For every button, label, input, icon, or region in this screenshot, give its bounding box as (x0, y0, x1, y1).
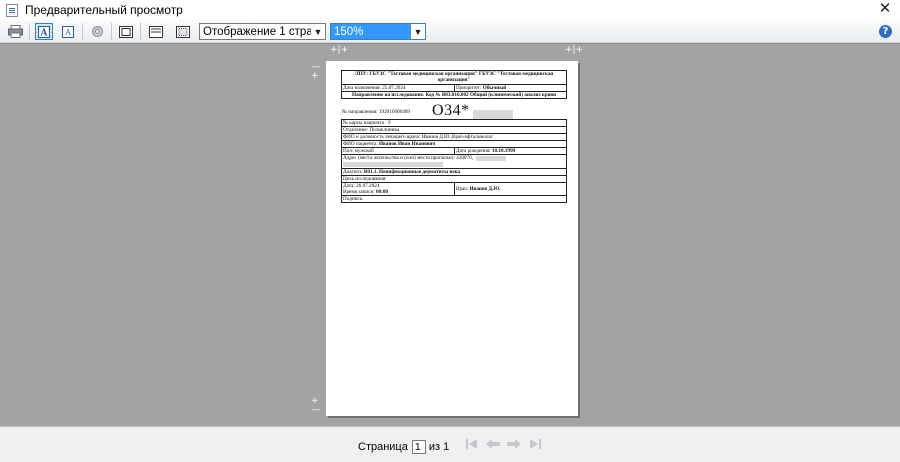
date-label: Дата назначения: 25.07.2024 (343, 85, 406, 92)
zoom-value: 150% (331, 24, 411, 39)
redacted-block (343, 162, 443, 168)
priority-cell: Приоритет: Обычный (454, 85, 565, 92)
birth-value: 10.10.1999 (491, 148, 516, 155)
visit-date-cell: Дата: 26.07.2024 Время записи: 08:00 (343, 183, 454, 195)
pages-mode-value: Отображение 1 страницы (203, 25, 311, 38)
margin-marker-bottom[interactable]: + — (311, 397, 320, 415)
chevron-down-icon: ▼ (313, 26, 323, 37)
text-view-button[interactable]: A (35, 23, 53, 40)
address-row: Адрес (места жительства и (или) места пр… (342, 154, 566, 168)
sex-birth-row: Пол: мужской Дата рождения: 10.10.1999 (342, 147, 566, 155)
arrow-right-icon (507, 439, 521, 449)
priority-value: Обычный (482, 85, 507, 92)
margin-marker-right[interactable]: +|+ (565, 46, 583, 55)
toolbar: A A Отображение 1 стра ▼ 150% ▼ ? (0, 20, 900, 43)
page-width-icon (149, 25, 163, 38)
visit-doctor-cell: Врач: Иванов Д.Ю. (454, 183, 565, 196)
doctor-value: Иванов Д.Ю. (469, 186, 501, 193)
title-bar: Предварительный просмотр ✕ (0, 0, 900, 20)
svg-text:A: A (64, 28, 71, 37)
settings-button[interactable] (88, 23, 106, 40)
birth-label: Дата рождения: (456, 148, 491, 155)
page-number-input[interactable]: 1 (411, 440, 426, 454)
text-view-alt-icon: A (62, 25, 74, 38)
first-page-button[interactable] (464, 436, 480, 452)
visit-time-label: Время записи: (343, 189, 375, 196)
print-button[interactable] (6, 23, 24, 40)
priority-label: Приоритет: (456, 85, 482, 92)
page-label: Страница (358, 441, 408, 453)
first-page-icon (466, 439, 477, 449)
whole-page-button[interactable] (174, 23, 192, 40)
birth-cell: Дата рождения: 10.10.1999 (454, 148, 565, 155)
direction-number-row: № направления: 192010000489 О34* (341, 101, 567, 120)
document-content: ЛПУ: ГБУЗС "Тестовая медицинская организ… (341, 70, 567, 204)
page-view-icon (119, 25, 133, 38)
sex-label: Пол: (343, 148, 354, 155)
preview-area[interactable]: +|+ +|+ — + + — ЛПУ: ГБУЗС "Тестовая медиц… (0, 43, 900, 427)
patient-value: Иванов Иван Иванович (378, 141, 436, 148)
purpose-row: Цель исследования: (342, 175, 566, 182)
svg-text:A: A (40, 28, 49, 38)
previous-page-button[interactable] (485, 436, 501, 452)
settings-icon (91, 26, 103, 37)
print-icon (7, 25, 23, 38)
page-navigator: Страница 1 из 1 (358, 440, 449, 454)
margin-marker-top[interactable]: — + (311, 63, 320, 81)
next-page-button[interactable] (506, 436, 522, 452)
doctor-label: Врач: (456, 186, 469, 193)
doctor-info-row: ФИО и должность лечащего врача: Иванов Д… (342, 133, 566, 140)
text-view-icon: A (38, 25, 50, 38)
help-button[interactable]: ? (879, 25, 892, 38)
page-count: из 1 (428, 441, 450, 453)
diagnosis-label: Диагноз: (343, 169, 363, 176)
address-text: Адрес (места жительства и (или) места пр… (343, 155, 473, 162)
direction-title: Направление на исследование. Код № В03.0… (342, 91, 566, 98)
toolbar-separator (111, 23, 112, 40)
zoom-select[interactable]: 150% ▼ (330, 23, 426, 40)
date-priority-row: Дата назначения: 25.07.2024 Приоритет: О… (342, 84, 566, 92)
signature-row: Подпись: (342, 195, 566, 202)
sex-cell: Пол: мужской (343, 148, 454, 154)
whole-page-icon (176, 25, 190, 38)
last-page-icon (530, 439, 541, 449)
department-row: Отделение: Поликлиника (342, 126, 566, 133)
sex-value: мужской (354, 148, 374, 155)
window-title: Предварительный просмотр (25, 3, 183, 17)
pages-mode-select[interactable]: Отображение 1 страницы ▼ (199, 23, 326, 40)
toolbar-separator (29, 23, 30, 40)
diagnosis-row: Диагноз: В01.1. Неинфекционные дерматиты… (342, 168, 566, 175)
preview-window: Предварительный просмотр ✕ A A Отображен… (0, 0, 900, 462)
status-bar: Страница 1 из 1 (0, 428, 900, 462)
visit-time-value: 08:00 (375, 189, 389, 196)
redacted-block (472, 110, 513, 120)
toolbar-separator (140, 23, 141, 40)
page-width-button[interactable] (147, 23, 165, 40)
text-view-alt-button[interactable]: A (59, 23, 77, 40)
chevron-down-icon: ▼ (413, 26, 423, 37)
redacted-block (476, 155, 506, 161)
document-header-block: ЛПУ: ГБУЗС "Тестовая медицинская организ… (341, 70, 567, 100)
patient-label: ФИО пациента: (343, 141, 378, 148)
margin-marker-left[interactable]: +|+ (330, 46, 348, 55)
close-button[interactable]: ✕ (878, 1, 892, 17)
document-preview-icon (6, 3, 18, 17)
direction-number: № направления: 192010000489 (342, 109, 411, 116)
page-view-button[interactable] (117, 23, 135, 40)
document-page: ЛПУ: ГБУЗС "Тестовая медицинская организ… (326, 61, 578, 416)
toolbar-separator (82, 23, 83, 40)
last-page-button[interactable] (527, 436, 543, 452)
arrow-left-icon (486, 439, 500, 449)
diagnosis-value: В01.1. Неинфекционные дерматиты века (363, 169, 461, 176)
org-header: ЛПУ: ГБУЗС "Тестовая медицинская организ… (354, 71, 554, 83)
visit-row: Дата: 26.07.2024 Время записи: 08:00 Вра… (342, 182, 566, 196)
barcode-text: О34* (432, 102, 470, 120)
patient-info-block: № карты пациента : 9 Отделение: Поликлин… (341, 119, 567, 204)
patient-name-row: ФИО пациента: Иванов Иван Иванович (342, 140, 566, 147)
